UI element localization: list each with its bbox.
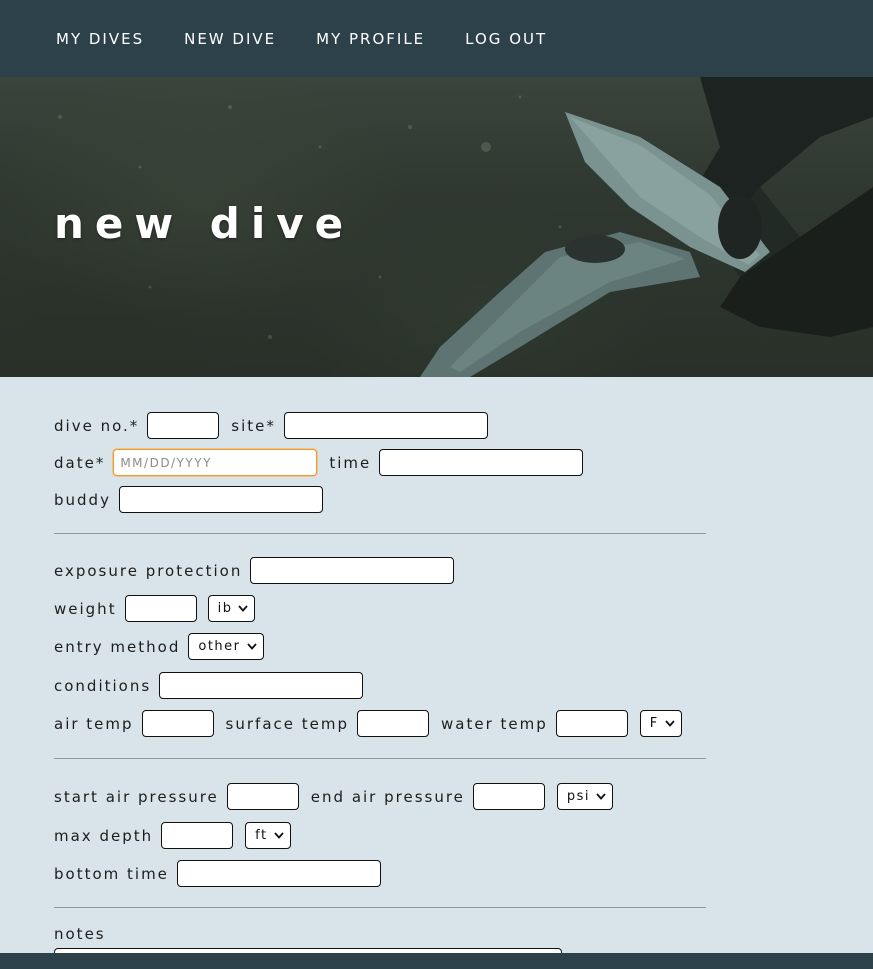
temp-unit-value: F bbox=[649, 716, 659, 731]
site-label: site* bbox=[231, 416, 276, 435]
weight-unit-select[interactable]: ib bbox=[207, 595, 256, 622]
nav-log-out[interactable]: LOG OUT bbox=[465, 30, 547, 48]
buddy-input[interactable] bbox=[118, 486, 323, 513]
start-air-pressure-label: start air pressure bbox=[54, 787, 219, 806]
weight-unit-value: ib bbox=[217, 601, 233, 616]
top-nav: MY DIVES NEW DIVE MY PROFILE LOG OUT bbox=[0, 0, 873, 77]
row-entry: entry method other bbox=[54, 633, 264, 660]
surface-temp-label: surface temp bbox=[225, 714, 349, 733]
weight-input[interactable] bbox=[124, 595, 197, 622]
row-buddy: buddy bbox=[54, 486, 323, 513]
temp-unit-select[interactable]: F bbox=[639, 710, 682, 737]
row-temps: air temp surface temp water temp F bbox=[54, 710, 682, 737]
weight-label: weight bbox=[54, 599, 117, 618]
conditions-input[interactable] bbox=[159, 672, 364, 699]
nav-my-dives[interactable]: MY DIVES bbox=[56, 30, 144, 48]
row-conditions: conditions bbox=[54, 672, 364, 699]
time-label: time bbox=[329, 453, 372, 472]
dive-no-label: dive no.* bbox=[54, 416, 140, 435]
air-temp-input[interactable] bbox=[141, 710, 214, 737]
chevron-down-icon bbox=[246, 643, 257, 650]
end-air-pressure-label: end air pressure bbox=[310, 787, 465, 806]
end-air-pressure-input[interactable] bbox=[472, 783, 545, 810]
max-depth-input[interactable] bbox=[161, 822, 234, 849]
row-air-pressure: start air pressure end air pressure psi bbox=[54, 783, 614, 810]
divider bbox=[54, 907, 706, 908]
date-label: date* bbox=[54, 453, 106, 472]
page-title: new dive bbox=[54, 199, 355, 248]
entry-method-label: entry method bbox=[54, 637, 181, 656]
chevron-down-icon bbox=[273, 832, 284, 839]
site-input[interactable] bbox=[283, 412, 488, 439]
row-weight: weight ib bbox=[54, 595, 256, 622]
entry-method-select[interactable]: other bbox=[188, 633, 264, 660]
footer-bar bbox=[0, 953, 873, 969]
date-input[interactable] bbox=[113, 449, 318, 476]
exposure-label: exposure protection bbox=[54, 561, 243, 580]
max-depth-label: max depth bbox=[54, 826, 154, 845]
divider bbox=[54, 758, 706, 759]
bottom-time-input[interactable] bbox=[176, 860, 381, 887]
exposure-input[interactable] bbox=[250, 557, 455, 584]
entry-method-value: other bbox=[198, 639, 241, 654]
nav-new-dive[interactable]: NEW DIVE bbox=[184, 30, 276, 48]
row-bottom-time: bottom time bbox=[54, 860, 381, 887]
conditions-label: conditions bbox=[54, 676, 152, 695]
depth-unit-select[interactable]: ft bbox=[245, 822, 291, 849]
surface-temp-input[interactable] bbox=[357, 710, 429, 737]
chevron-down-icon bbox=[665, 720, 675, 727]
depth-unit-value: ft bbox=[255, 828, 268, 843]
pressure-unit-value: psi bbox=[566, 789, 591, 804]
chevron-down-icon bbox=[238, 605, 249, 612]
row-notes: notes bbox=[54, 925, 114, 943]
bottom-time-label: bottom time bbox=[54, 864, 169, 883]
row-date-time: date* time bbox=[54, 449, 584, 476]
nav-my-profile[interactable]: MY PROFILE bbox=[316, 30, 425, 48]
divider bbox=[54, 533, 706, 534]
start-air-pressure-input[interactable] bbox=[226, 783, 299, 810]
hero-banner: new dive bbox=[0, 77, 873, 377]
time-input[interactable] bbox=[379, 449, 584, 476]
notes-label: notes bbox=[54, 925, 106, 943]
row-exposure: exposure protection bbox=[54, 557, 455, 584]
chevron-down-icon bbox=[596, 793, 606, 800]
water-temp-input[interactable] bbox=[555, 710, 628, 737]
air-temp-label: air temp bbox=[54, 714, 134, 733]
pressure-unit-select[interactable]: psi bbox=[556, 783, 614, 810]
dive-no-input[interactable] bbox=[147, 412, 220, 439]
row-max-depth: max depth ft bbox=[54, 822, 291, 849]
row-dive-site: dive no.* site* bbox=[54, 412, 488, 439]
water-temp-label: water temp bbox=[441, 714, 548, 733]
buddy-label: buddy bbox=[54, 490, 111, 509]
